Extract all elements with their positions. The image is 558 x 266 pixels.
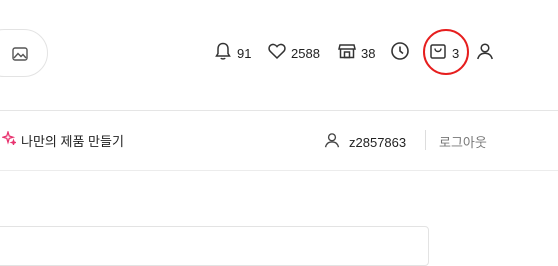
wishlist-button[interactable]: 2588	[267, 42, 320, 64]
store-icon	[337, 41, 357, 66]
followed-stores-button[interactable]: 38	[337, 42, 375, 64]
image-icon	[11, 45, 29, 63]
user-icon	[323, 131, 341, 154]
recent-views-button[interactable]	[390, 41, 410, 66]
highlight-circle	[423, 29, 469, 75]
separator	[425, 130, 426, 150]
image-search-button[interactable]	[0, 29, 48, 77]
subbar-divider	[0, 170, 558, 171]
user-account[interactable]: z2857863	[323, 131, 406, 154]
followed-stores-count: 38	[361, 45, 376, 61]
user-id: z2857863	[349, 135, 407, 150]
make-product-label: 나만의 제품 만들기	[21, 134, 124, 149]
make-product-link[interactable]: 나만의 제품 만들기	[0, 129, 124, 150]
bell-icon	[213, 41, 233, 66]
heart-icon	[267, 41, 287, 66]
user-icon	[475, 41, 495, 66]
my-page-button[interactable]	[475, 42, 495, 64]
notifications-button[interactable]: 91	[213, 42, 251, 64]
clock-icon	[390, 41, 410, 66]
sparkle-icon	[0, 129, 18, 150]
logout-link[interactable]: 로그아웃	[439, 132, 487, 151]
notifications-count: 91	[237, 45, 252, 61]
wishlist-count: 2588	[291, 45, 320, 61]
header-toolbar: 91 2588 38 3	[0, 0, 558, 106]
header-divider	[0, 110, 558, 111]
content-panel	[0, 226, 429, 266]
